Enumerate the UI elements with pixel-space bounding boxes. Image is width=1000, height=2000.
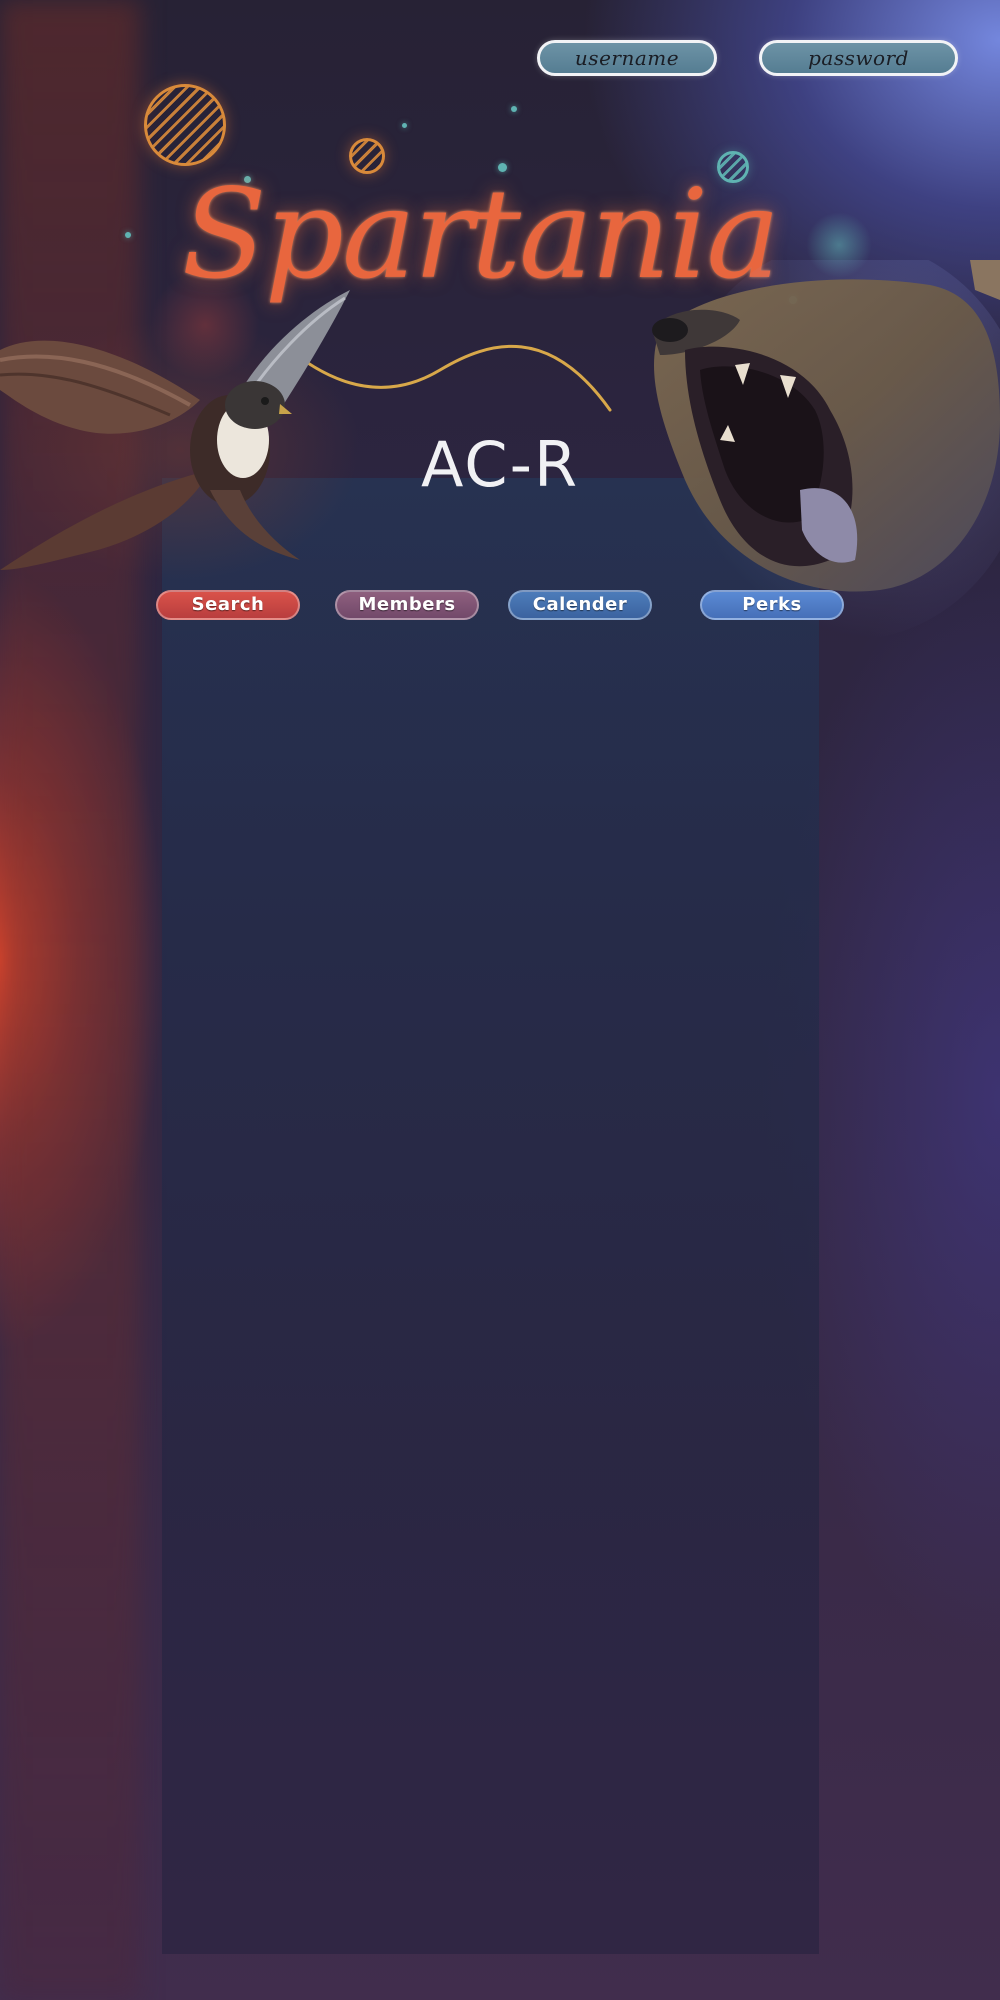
bear-illustration — [652, 260, 1000, 640]
password-input[interactable] — [759, 40, 958, 76]
decorative-teal-dot — [402, 123, 407, 128]
search-button[interactable]: Search — [156, 590, 300, 620]
username-input[interactable] — [537, 40, 717, 76]
decorative-teal-dot — [511, 106, 517, 112]
calendar-button[interactable]: Calender — [508, 590, 652, 620]
site-subtitle: AC-R — [420, 428, 580, 501]
falcon-illustration — [0, 290, 360, 580]
members-button[interactable]: Members — [335, 590, 479, 620]
decorative-teal-dot — [125, 232, 131, 238]
main-navigation: Search Members Calender Perks — [0, 590, 1000, 622]
main-content-panel — [162, 478, 819, 1954]
perks-button[interactable]: Perks — [700, 590, 844, 620]
